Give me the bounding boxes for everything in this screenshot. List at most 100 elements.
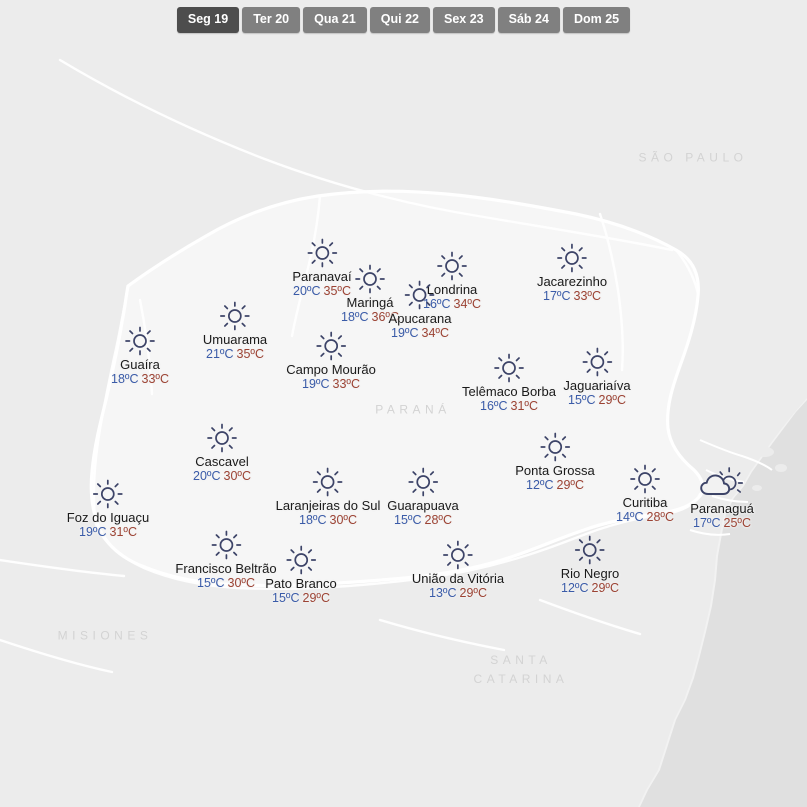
sun-icon xyxy=(313,467,343,497)
city-marker[interactable]: Francisco Beltrão 15ºC 30ºC xyxy=(175,530,277,591)
sun-icon xyxy=(123,326,157,356)
city-name: Pato Branco xyxy=(265,576,337,591)
city-marker[interactable]: União da Vitória 13ºC 29ºC xyxy=(412,540,504,601)
city-marker[interactable]: Rio Negro 12ºC 29ºC xyxy=(560,535,620,596)
sun-icon xyxy=(538,432,572,462)
city-marker[interactable]: Pato Branco 15ºC 29ºC xyxy=(265,545,337,606)
city-name: Laranjeiras do Sul xyxy=(275,498,381,513)
temperature-min: 20ºC xyxy=(292,284,321,298)
city-temperatures: 13ºC 29ºC xyxy=(429,586,487,601)
temperature-min: 15ºC xyxy=(394,513,422,527)
city-marker[interactable]: Foz do Iguaçu 19ºC 31ºC xyxy=(67,479,149,540)
sun-icon xyxy=(355,264,385,294)
sun-icon xyxy=(314,331,348,361)
temperature-max: 34ºC xyxy=(421,326,449,340)
city-marker[interactable]: Jacarezinho 17ºC 33ºC xyxy=(537,243,607,304)
sun-icon xyxy=(353,264,387,294)
sun-icon xyxy=(628,464,662,494)
temperature-max: 29ºC xyxy=(302,591,330,605)
day-tab-5[interactable]: Sex 23 xyxy=(433,7,495,33)
city-name: União da Vitória xyxy=(411,571,505,586)
day-tab-2[interactable]: Ter 20 xyxy=(242,7,301,33)
city-temperatures: 17ºC 33ºC xyxy=(543,289,601,304)
sun-icon xyxy=(494,353,524,383)
city-temperatures: 21ºC 35ºC xyxy=(206,347,264,362)
sun-icon xyxy=(540,432,570,462)
sun-cloud-icon xyxy=(699,466,745,500)
city-marker[interactable]: Jaguariaíva 15ºC 29ºC xyxy=(563,347,631,408)
day-tab-1[interactable]: Seg 19 xyxy=(176,7,240,33)
sun-icon xyxy=(405,280,435,310)
city-marker[interactable]: Apucarana 19ºC 34ºC xyxy=(388,280,452,341)
sun-cloud-icon xyxy=(700,467,743,495)
sun-icon xyxy=(316,331,346,361)
city-marker[interactable]: Paranaguá 17ºC 25ºC xyxy=(690,466,754,531)
city-marker[interactable]: Umuarama 21ºC 35ºC xyxy=(203,301,267,362)
city-name: Guarapuava xyxy=(387,498,459,513)
city-temperatures: 17ºC 25ºC xyxy=(693,516,751,531)
temperature-max: 28ºC xyxy=(424,513,453,527)
city-marker[interactable]: Cascavel 20ºC 30ºC xyxy=(193,423,251,484)
temperature-min: 20ºC xyxy=(193,469,221,483)
temperature-max: 29ºC xyxy=(459,586,487,600)
city-name: Apucarana xyxy=(388,311,452,326)
city-name: Paranaguá xyxy=(690,501,754,516)
temperature-max: 33ºC xyxy=(141,372,170,386)
city-temperatures: 15ºC 29ºC xyxy=(568,393,626,408)
city-marker[interactable]: Telêmaco Borba 16ºC 31ºC xyxy=(462,353,556,414)
city-name: Cascavel xyxy=(195,454,249,469)
city-temperatures: 18ºC 33ºC xyxy=(111,372,169,387)
city-name: Ponta Grossa xyxy=(515,463,595,478)
city-temperatures: 15ºC 30ºC xyxy=(197,576,255,591)
day-tab-4[interactable]: Qui 22 xyxy=(369,7,431,33)
city-marker[interactable]: Laranjeiras do Sul 18ºC 30ºC xyxy=(275,467,381,528)
city-name: Foz do Iguaçu xyxy=(66,510,150,525)
sun-icon xyxy=(406,467,440,497)
city-name: Campo Mourão xyxy=(286,362,376,377)
temperature-min: 17ºC xyxy=(693,516,721,530)
city-temperatures: 12ºC 29ºC xyxy=(526,478,584,493)
city-name: Guaíra xyxy=(120,357,160,372)
sun-icon xyxy=(437,251,467,281)
sun-icon xyxy=(435,251,469,281)
temperature-min: 15ºC xyxy=(568,393,596,407)
day-tab-bar: Seg 19 Ter 20 Qua 21 Qui 22 Sex 23 Sáb 24 Dom … xyxy=(0,7,807,33)
sun-icon xyxy=(91,479,125,509)
city-temperatures: 19ºC 34ºC xyxy=(391,326,449,341)
city-temperatures: 18ºC 30ºC xyxy=(299,513,357,528)
city-marker[interactable]: Ponta Grossa 12ºC 29ºC xyxy=(515,432,595,493)
city-marker[interactable]: Guarapuava 15ºC 28ºC xyxy=(387,467,459,528)
city-temperatures: 15ºC 28ºC xyxy=(394,513,452,528)
sun-icon xyxy=(630,464,660,494)
city-marker[interactable]: Curitiba 14ºC 28ºC xyxy=(616,464,674,525)
city-temperatures: 16ºC 31ºC xyxy=(480,399,538,414)
sun-icon xyxy=(403,280,437,310)
temperature-max: 30ºC xyxy=(227,576,256,590)
temperature-min: 14ºC xyxy=(616,510,644,524)
city-marker[interactable]: Campo Mourão 19ºC 33ºC xyxy=(286,331,376,392)
city-temperatures: 20ºC 30ºC xyxy=(193,469,251,484)
temperature-min: 17ºC xyxy=(542,289,571,303)
sun-icon xyxy=(555,243,589,273)
sun-icon xyxy=(284,545,318,575)
sun-icon xyxy=(307,238,337,268)
temperature-min: 15ºC xyxy=(271,591,300,605)
temperature-max: 34ºC xyxy=(453,297,482,311)
temperature-max: 33ºC xyxy=(573,289,601,303)
temperature-min: 18ºC xyxy=(341,310,369,324)
sun-icon xyxy=(492,353,526,383)
city-marker[interactable]: Guaíra 18ºC 33ºC xyxy=(111,326,169,387)
city-temperatures: 19ºC 33ºC xyxy=(302,377,360,392)
temperature-min: 13ºC xyxy=(428,586,457,600)
day-tab-3[interactable]: Qua 21 xyxy=(303,7,367,33)
sun-icon xyxy=(311,467,345,497)
sun-icon xyxy=(205,423,239,453)
city-name: Rio Negro xyxy=(560,566,620,581)
temperature-max: 35ºC xyxy=(236,347,264,361)
temperature-min: 21ºC xyxy=(205,347,234,361)
day-tab-7[interactable]: Dom 25 xyxy=(562,7,631,33)
temperature-max: 31ºC xyxy=(510,399,538,413)
sun-icon xyxy=(557,243,587,273)
day-tab-6[interactable]: Sáb 24 xyxy=(497,7,560,33)
city-name: Umuarama xyxy=(202,332,268,347)
